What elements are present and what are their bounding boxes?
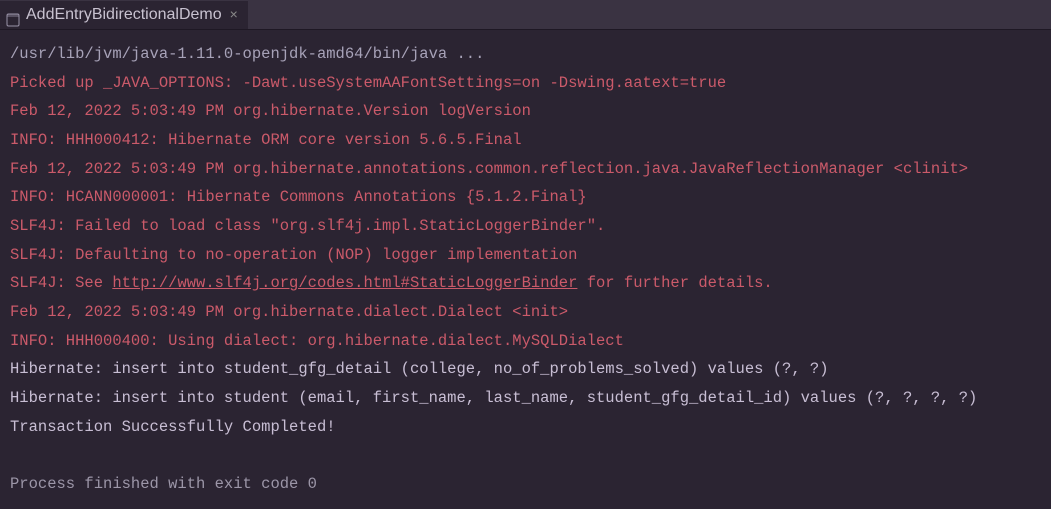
console-line: Picked up _JAVA_OPTIONS: -Dawt.useSystem…: [10, 69, 1041, 98]
console-line: INFO: HHH000412: Hibernate ORM core vers…: [10, 126, 1041, 155]
console-line: Feb 12, 2022 5:03:49 PM org.hibernate.an…: [10, 155, 1041, 184]
console-line: INFO: HHH000400: Using dialect: org.hibe…: [10, 327, 1041, 356]
console-line: Hibernate: insert into student_gfg_detai…: [10, 355, 1041, 384]
console-icon: [6, 8, 20, 22]
console-line: Hibernate: insert into student (email, f…: [10, 384, 1041, 413]
console-line: SLF4J: See http://www.slf4j.org/codes.ht…: [10, 269, 1041, 298]
console-line: Feb 12, 2022 5:03:49 PM org.hibernate.di…: [10, 298, 1041, 327]
console-line: /usr/lib/jvm/java-1.11.0-openjdk-amd64/b…: [10, 40, 1041, 69]
console-line: Process finished with exit code 0: [10, 470, 1041, 499]
tab-bar: AddEntryBidirectionalDemo ×: [0, 0, 1051, 30]
console-output[interactable]: /usr/lib/jvm/java-1.11.0-openjdk-amd64/b…: [0, 30, 1051, 509]
console-line: [10, 441, 1041, 470]
console-line: SLF4J: Defaulting to no-operation (NOP) …: [10, 241, 1041, 270]
console-line: Transaction Successfully Completed!: [10, 413, 1041, 442]
log-link[interactable]: http://www.slf4j.org/codes.html#StaticLo…: [112, 274, 577, 292]
tab-title: AddEntryBidirectionalDemo: [26, 0, 222, 30]
console-line: SLF4J: Failed to load class "org.slf4j.i…: [10, 212, 1041, 241]
close-icon[interactable]: ×: [228, 2, 240, 28]
console-line: Feb 12, 2022 5:03:49 PM org.hibernate.Ve…: [10, 97, 1041, 126]
console-line: INFO: HCANN000001: Hibernate Commons Ann…: [10, 183, 1041, 212]
run-tab[interactable]: AddEntryBidirectionalDemo ×: [0, 0, 248, 29]
